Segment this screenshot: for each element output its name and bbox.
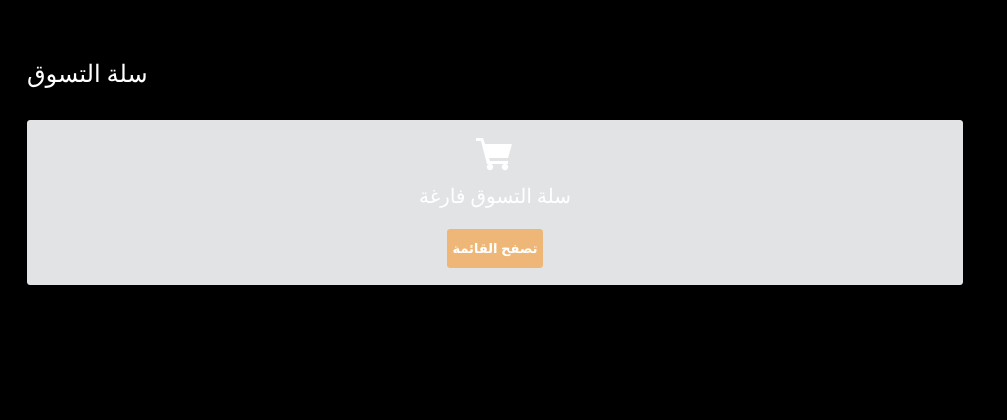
cart-page: سلة التسوق سلة التسوق فارغة تصفح القائمة xyxy=(0,0,1007,420)
shopping-cart-icon xyxy=(475,135,513,171)
page-title: سلة التسوق xyxy=(27,62,148,88)
browse-menu-button[interactable]: تصفح القائمة xyxy=(447,229,543,268)
empty-cart-panel: سلة التسوق فارغة تصفح القائمة xyxy=(27,120,963,285)
empty-cart-message: سلة التسوق فارغة xyxy=(419,186,571,208)
